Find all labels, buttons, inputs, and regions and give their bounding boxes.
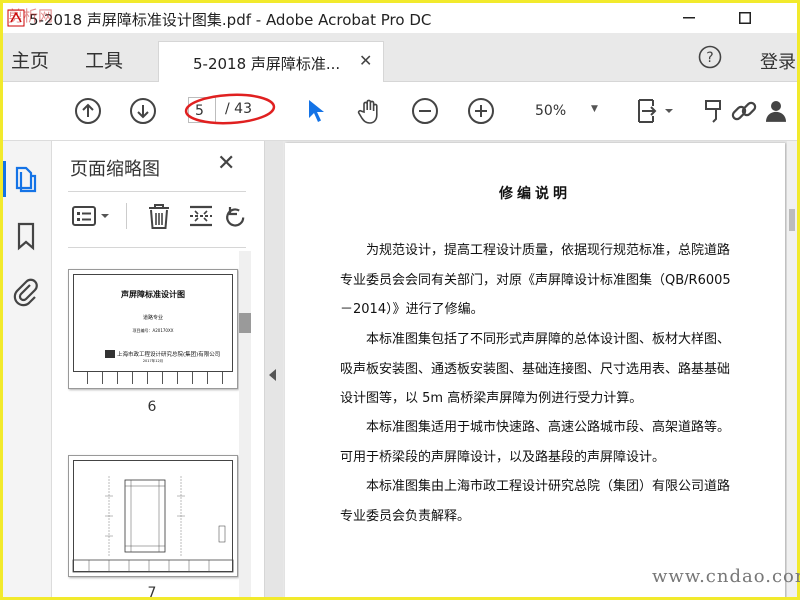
bookmark-icon[interactable] (11, 221, 41, 251)
thumbnail-title-block (73, 371, 233, 384)
trash-icon[interactable] (144, 201, 174, 231)
share-user-button[interactable] (761, 96, 791, 126)
minimize-icon (683, 17, 695, 19)
select-tool-button[interactable] (301, 96, 331, 126)
sign-icon (705, 100, 721, 123)
thumbnail-options-button[interactable] (70, 201, 114, 231)
hand-icon (357, 99, 378, 124)
toolbar-separator (126, 203, 127, 229)
thumbnail-page-number: 7 (147, 585, 157, 597)
prev-page-button[interactable] (73, 96, 103, 126)
next-page-button[interactable] (128, 96, 158, 126)
thumbnail-panel: 页面缩略图 ✕ 声屏障标准设计图 道路专业 项目编号：A20170XX 上海市政… (52, 141, 265, 597)
panel-divider (68, 191, 246, 192)
fit-page-icon (638, 99, 673, 123)
collapse-panel-icon[interactable] (269, 369, 276, 381)
cursor-arrow-icon (309, 100, 324, 122)
zoom-value: 50% (535, 103, 567, 119)
main-toolbar: 5 / 43 50% ▼ (3, 82, 797, 141)
thumbnail-subheading: 道路专业 (142, 315, 163, 321)
document-paragraph: 本标准图集由上海市政工程设计研究总院（集团）有限公司道路专业委员会负责解释。 (340, 479, 731, 524)
chevron-down-icon: ▼ (591, 104, 598, 114)
minimize-button[interactable] (669, 5, 709, 31)
left-rail (3, 141, 52, 597)
red-annotation-ellipse (184, 93, 276, 125)
acrobat-window: 5-2018 声屏障标准设计图集.pdf - Adobe Acrobat Pro… (3, 3, 797, 597)
thumbnail-heading: 声屏障标准设计图 (121, 290, 185, 299)
title-bar: 5-2018 声屏障标准设计图集.pdf - Adobe Acrobat Pro… (3, 3, 797, 33)
attachment-icon[interactable] (11, 277, 41, 307)
share-link-button[interactable] (729, 96, 759, 126)
document-tab-label: 5-2018 声屏障标准... (193, 55, 341, 73)
document-paragraph: 为规范设计，提高工程设计质量，依据现行规范标准，总院道路专业委员会会同有关部门，… (340, 243, 731, 317)
document-paragraph: 本标准图集包括了不同形式声屏障的总体设计图、板材大样图、吸声板安装图、通透板安装… (340, 332, 731, 406)
thumbnail-panel-title: 页面缩略图 (70, 159, 160, 180)
thumbnail-page[interactable] (68, 455, 238, 577)
user-icon (766, 101, 786, 122)
document-heading: 修编说明 (499, 186, 571, 202)
zoom-out-icon (412, 98, 438, 124)
maximize-button[interactable] (725, 5, 765, 31)
page-fit-button[interactable] (633, 96, 677, 126)
thumbnail-code: 项目编号：A20170XX (132, 328, 174, 333)
document-viewport: 修编说明 为规范设计，提高工程设计质量，依据现行规范标准，总院道路专业委员会会同… (283, 141, 797, 597)
thumbnail-date: 2017年12月 (142, 359, 164, 363)
nav-tools[interactable]: 工具 (85, 46, 123, 73)
site-watermark: www.cndao.com (652, 566, 800, 587)
maximize-icon (739, 12, 751, 24)
hand-tool-button[interactable] (355, 96, 385, 126)
zoom-dropdown[interactable]: 50% ▼ (521, 97, 611, 125)
zoom-out-button[interactable] (410, 96, 440, 126)
comment-tool-button[interactable] (699, 96, 729, 126)
logo-icon (105, 350, 115, 358)
document-page: 修编说明 为规范设计，提高工程设计质量，依据现行规范标准，总院道路专业委员会会同… (285, 143, 785, 597)
drawing-sketch (72, 476, 234, 573)
document-tab[interactable]: 5-2018 声屏障标准... ✕ (158, 41, 384, 82)
login-link[interactable]: 登录 (760, 48, 796, 74)
close-tab-icon[interactable]: ✕ (359, 51, 372, 70)
link-icon (731, 101, 757, 121)
extract-pages-icon[interactable] (186, 201, 216, 231)
arrow-down-circle-icon (130, 98, 156, 124)
arrow-up-circle-icon (75, 98, 101, 124)
thumbnail-org: 上海市政工程设计研究总院(集团)有限公司 (117, 352, 221, 358)
thumbnail-page-number: 6 (147, 399, 157, 415)
document-scrollbar-thumb[interactable] (789, 209, 795, 231)
thumbnail-scrollbar[interactable] (239, 251, 251, 597)
zoom-in-icon (468, 98, 494, 124)
page-thumbnails-icon[interactable] (11, 163, 41, 193)
rail-active-indicator (3, 161, 6, 197)
document-paragraph: 本标准图集适用于城市快速路、高速公路城市段、高架道路等。可用于桥梁段的声屏障设计… (340, 420, 731, 465)
thumbnail-page[interactable]: 声屏障标准设计图 道路专业 项目编号：A20170XX 上海市政工程设计研究总院… (68, 269, 238, 389)
svg-text:?: ? (706, 50, 713, 66)
thumbnail-scrollbar-thumb[interactable] (239, 313, 251, 333)
window-title: 5-2018 声屏障标准设计图集.pdf - Adobe Acrobat Pro… (29, 11, 432, 29)
logo-watermark: 剪析网 (8, 7, 54, 25)
close-panel-icon[interactable]: ✕ (217, 151, 235, 176)
rotate-icon[interactable] (224, 201, 248, 231)
panel-splitter[interactable] (265, 141, 283, 597)
help-icon[interactable]: ? (698, 45, 722, 69)
tab-bar: 主页 工具 5-2018 声屏障标准... ✕ ? 登录 (3, 33, 797, 82)
panel-divider (68, 247, 246, 248)
nav-home[interactable]: 主页 (11, 46, 49, 73)
zoom-in-button[interactable] (466, 96, 496, 126)
